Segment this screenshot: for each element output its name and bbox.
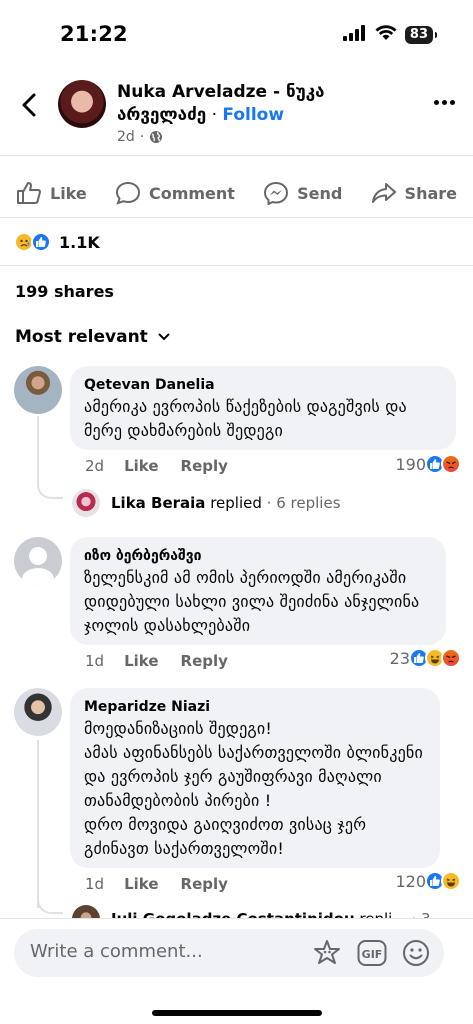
send-button[interactable]: Send [263, 168, 342, 218]
commenter-name[interactable]: Qetevan Danelia [84, 375, 442, 395]
comment-reaction-count: 120 [395, 871, 426, 891]
view-replies-link[interactable]: Lika Beraia replied · 6 replies [111, 494, 341, 512]
comment-reply-button[interactable]: Reply [181, 652, 228, 670]
avatar-sticker-button[interactable] [312, 938, 342, 968]
back-button[interactable] [16, 90, 42, 120]
like-reaction-icon [31, 232, 51, 252]
comment-like-button[interactable]: Like [124, 875, 158, 893]
divider [0, 265, 473, 266]
commenter-avatar[interactable] [14, 688, 62, 736]
messenger-icon [264, 181, 289, 205]
haha-reaction-icon [441, 871, 461, 891]
gif-button[interactable]: GIF [357, 938, 387, 968]
comment-bubble: Qetevan Danelia ამერიკა ევროპის წაქეზები… [70, 366, 456, 450]
globe-icon [150, 131, 163, 143]
reactions-count: 1.1K [59, 232, 100, 252]
comment-reactions[interactable]: 190 [395, 454, 461, 474]
thread-line [37, 416, 39, 487]
comment-reactions[interactable]: 23 [390, 648, 461, 668]
comment-reaction-count: 23 [389, 648, 410, 668]
chevron-down-icon [158, 333, 170, 341]
comment-input[interactable] [30, 941, 300, 962]
comment-reply-button[interactable]: Reply [181, 457, 228, 475]
shares-count[interactable]: 199 shares [15, 282, 114, 301]
comment-time: 2d [85, 457, 105, 475]
comment-like-button[interactable]: Like [124, 457, 158, 475]
thumbs-up-icon [17, 182, 41, 204]
author-name-line[interactable]: Nuka Arveladze - ნუკა არველაძე · Follow [117, 81, 407, 127]
wifi-icon [375, 25, 397, 45]
thread-curve [37, 485, 63, 499]
commenter-avatar[interactable] [14, 366, 62, 414]
replies-count: 6 replies [276, 494, 341, 512]
thread-line [37, 740, 39, 908]
send-label: Send [297, 183, 343, 203]
follow-button[interactable]: Follow [222, 105, 284, 125]
angry-reaction-icon [441, 648, 461, 668]
home-indicator[interactable] [152, 1010, 322, 1016]
comment-button[interactable]: Comment [115, 168, 235, 218]
share-button[interactable]: Share [371, 168, 457, 218]
share-arrow-icon [371, 183, 396, 203]
replier-avatar[interactable] [72, 489, 100, 517]
comment-text: ზელენსკიმ ამ ომის პერიოდში ამერიკაში დიდ… [84, 568, 420, 635]
comment-like-button[interactable]: Like [124, 652, 158, 670]
replier-name: Lika Beraia [111, 494, 206, 512]
post-action-bar: Like Comment Send Share [0, 168, 473, 218]
reactions-summary[interactable]: 1.1K [14, 226, 100, 258]
author-avatar[interactable] [58, 80, 106, 128]
chevron-left-icon [22, 93, 36, 117]
comment-label: Comment [148, 183, 235, 203]
svg-text:GIF: GIF [362, 948, 383, 961]
more-options-button[interactable] [434, 100, 455, 105]
comment-bubble: Meparidze Niazi მოედანიზაციის შედეგი! ამ… [70, 688, 440, 868]
battery-indicator: 83 [404, 26, 438, 44]
comment-actions: 1d Like Reply [85, 652, 250, 670]
commenter-name[interactable]: იზო ბერბერაშვი [84, 546, 432, 566]
signal-icon [342, 25, 367, 45]
comment-reaction-count: 190 [395, 454, 426, 474]
replied-verb: replied [210, 494, 262, 512]
like-button[interactable]: Like [16, 168, 87, 218]
post-time: 2d [117, 129, 135, 145]
smiley-icon [403, 940, 429, 966]
avatar-sticker-icon [314, 940, 340, 964]
comment-actions: 2d Like Reply [85, 457, 250, 475]
comment-actions: 1d Like Reply [85, 875, 250, 893]
like-label: Like [50, 183, 87, 203]
status-icons: 83 [342, 25, 438, 45]
comment-reactions[interactable]: 120 [395, 871, 461, 891]
sort-label: Most relevant [15, 327, 148, 347]
comment-time: 1d [85, 875, 105, 893]
thread-curve [37, 900, 63, 914]
comment-composer: GIF [14, 929, 444, 977]
angry-reaction-icon [441, 454, 461, 474]
comment-composer-bar: GIF [0, 918, 473, 1024]
post-meta: 2d · [117, 129, 163, 145]
commenter-avatar[interactable] [14, 537, 62, 585]
comment-text: ამერიკა ევროპის წაქეზების დაგეშვის და მე… [84, 397, 407, 440]
post-header: Nuka Arveladze - ნუკა არველაძე · Follow … [0, 72, 473, 156]
comment-reply-button[interactable]: Reply [181, 875, 228, 893]
status-bar: 21:22 83 [0, 0, 473, 64]
status-time: 21:22 [60, 22, 128, 46]
comment-bubble: იზო ბერბერაშვი ზელენსკიმ ამ ომის პერიოდშ… [70, 537, 446, 645]
comment-text: მოედანიზაციის შედეგი! ამას აფინანსებს სა… [84, 719, 423, 858]
share-label: Share [404, 183, 457, 203]
gif-icon: GIF [357, 940, 387, 966]
comment-bubble-icon [115, 181, 140, 205]
sort-dropdown[interactable]: Most relevant [15, 327, 170, 347]
comment-time: 1d [85, 652, 105, 670]
commenter-name[interactable]: Meparidze Niazi [84, 697, 426, 717]
emoji-button[interactable] [401, 938, 431, 968]
